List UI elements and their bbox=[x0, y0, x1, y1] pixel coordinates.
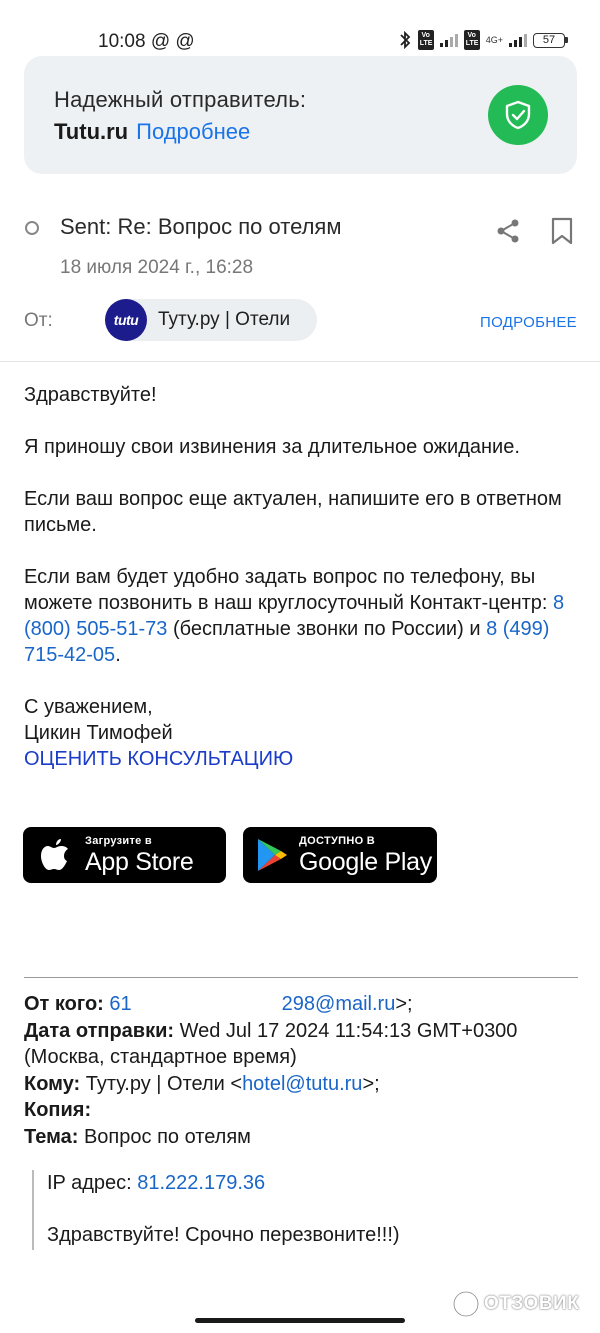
apology-paragraph: Я приношу свои извинения за длительное о… bbox=[24, 436, 520, 458]
trusted-more-link[interactable]: Подробнее bbox=[136, 119, 250, 144]
phone-paragraph: Если вам будет удобно задать вопрос по т… bbox=[24, 566, 565, 666]
quoted-from-row: От кого: 61 298@mail.ru>; bbox=[24, 993, 413, 1015]
regards: С уважением, bbox=[24, 696, 153, 718]
quoted-to-email[interactable]: hotel@tutu.ru bbox=[242, 1073, 362, 1095]
shield-check-icon bbox=[505, 100, 531, 130]
signal-icon-2 bbox=[509, 33, 527, 47]
trusted-sender-card: Надежный отправитель: Tutu.ru Подробнее bbox=[24, 56, 577, 174]
trusted-sender-line: Tutu.ru Подробнее bbox=[54, 119, 250, 145]
status-icons: Vo LTE Vo LTE 4G+ 57 bbox=[398, 30, 568, 50]
email-body: Здравствуйте! Я приношу свои извинения з… bbox=[24, 382, 584, 772]
app-store-badge[interactable]: Загрузите в App Store bbox=[23, 827, 226, 883]
google-play-big-text: Google Play bbox=[299, 847, 432, 876]
sender-avatar: tutu bbox=[105, 299, 147, 341]
unread-dot-icon[interactable] bbox=[25, 221, 39, 235]
bookmark-icon[interactable] bbox=[549, 216, 575, 246]
sender-name: Туту.ру | Отели bbox=[158, 309, 291, 330]
email-date: 18 июля 2024 г., 16:28 bbox=[60, 257, 254, 278]
verified-shield-button[interactable] bbox=[488, 85, 548, 145]
quoted-to-row: Кому: Туту.ру | Отели <hotel@tutu.ru>; bbox=[24, 1072, 380, 1095]
home-indicator[interactable] bbox=[195, 1318, 405, 1323]
volte-icon: Vo LTE bbox=[417, 30, 434, 50]
volte-icon-2: Vo LTE bbox=[463, 30, 480, 50]
share-icon[interactable] bbox=[494, 217, 522, 245]
bluetooth-icon bbox=[400, 31, 411, 49]
network-type: 4G+ bbox=[485, 35, 503, 45]
sender-chip[interactable]: tutu Туту.ру | Отели bbox=[105, 299, 317, 341]
status-time: 10:08 @ @ bbox=[98, 31, 195, 52]
original-message: Здравствуйте! Срочно перезвоните!!!) bbox=[47, 1224, 400, 1246]
from-label: От: bbox=[24, 310, 53, 331]
greeting: Здравствуйте! bbox=[24, 384, 157, 406]
google-play-small-text: ДОСТУПНО В bbox=[299, 834, 376, 847]
email-subject: Sent: Re: Вопрос по отелям bbox=[60, 214, 342, 239]
battery-icon: 57 bbox=[533, 32, 568, 48]
original-message-quote: IP адрес: 81.222.179.36 Здравствуйте! Ср… bbox=[32, 1170, 572, 1250]
trusted-sender-label: Надежный отправитель: bbox=[54, 87, 307, 112]
apple-icon bbox=[41, 839, 68, 870]
ip-row: IP адрес: 81.222.179.36 bbox=[47, 1172, 266, 1194]
otzovik-logo-icon bbox=[452, 1290, 480, 1318]
quoted-from-email[interactable]: 61 298@mail.ru bbox=[109, 993, 395, 1015]
still-relevant-paragraph: Если ваш вопрос еще актуален, напишите е… bbox=[24, 488, 562, 536]
quoted-subject-row: Тема: Вопрос по отелям bbox=[24, 1125, 251, 1148]
ip-link[interactable]: 81.222.179.36 bbox=[137, 1172, 265, 1194]
signal-icon bbox=[439, 33, 458, 47]
details-link[interactable]: ПОДРОБНЕЕ bbox=[480, 314, 577, 331]
redaction-mask bbox=[131, 996, 282, 1013]
google-play-badge[interactable]: ДОСТУПНО В Google Play bbox=[243, 827, 437, 883]
trusted-sender-brand: Tutu.ru bbox=[54, 119, 129, 144]
quoted-cc-row: Копия: bbox=[24, 1099, 92, 1121]
signature: Цикин Тимофей bbox=[24, 722, 173, 744]
google-play-icon bbox=[258, 839, 287, 871]
quote-divider bbox=[24, 977, 578, 978]
otzovik-watermark: ОТЗОВИК bbox=[452, 1290, 579, 1318]
rate-consultation-link[interactable]: ОЦЕНИТЬ КОНСУЛЬТАЦИЮ bbox=[24, 746, 584, 772]
quoted-date-row: Дата отправки: Wed Jul 17 2024 11:54:13 … bbox=[24, 1019, 518, 1069]
app-store-small-text: Загрузите в bbox=[85, 834, 152, 847]
divider bbox=[0, 361, 600, 362]
app-store-big-text: App Store bbox=[85, 847, 194, 876]
quoted-header: От кого: 61 298@mail.ru>; Дата отправки: … bbox=[24, 991, 584, 1150]
status-bar: 10:08 @ @ Vo LTE Vo LTE 4G+ 57 bbox=[0, 0, 600, 58]
